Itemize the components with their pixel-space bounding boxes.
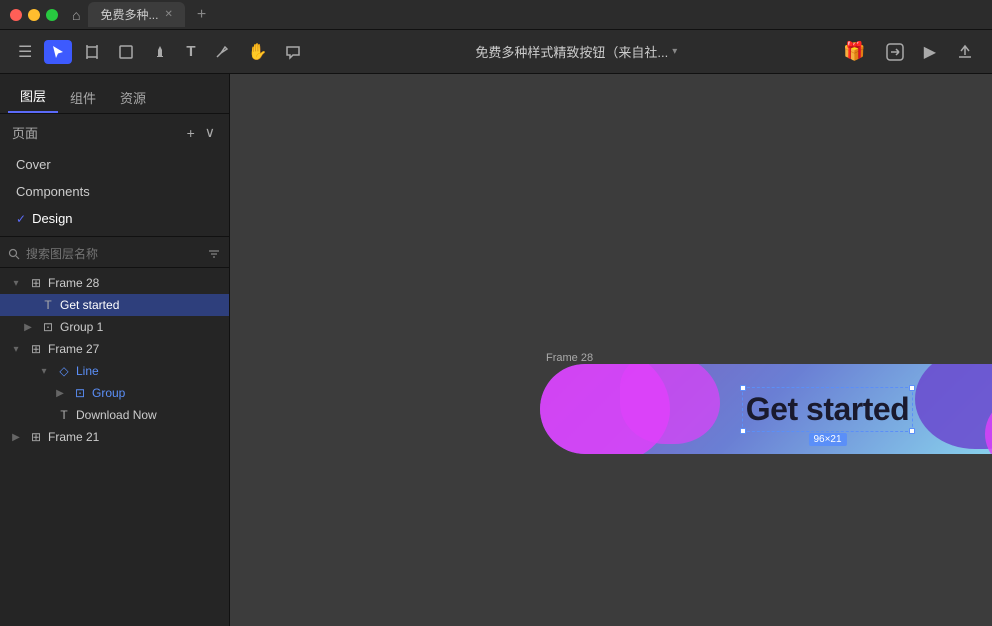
- layer-search-bar: [0, 241, 229, 268]
- tab-label: 免费多种...: [100, 6, 158, 23]
- play-button[interactable]: ▶: [918, 38, 942, 66]
- expand-icon[interactable]: ▾: [8, 344, 24, 355]
- layer-line-label: Line: [76, 364, 221, 378]
- button-text: Get started: [746, 391, 909, 427]
- expand-icon[interactable]: ▶: [8, 432, 24, 443]
- main-layout: 图层 组件 资源 页面 + ∨ Cover Components ✓ Desig…: [0, 74, 992, 626]
- layer-tree: ▾ ⊞ Frame 28 T Get started ▶ ⊡ Group 1 ▾…: [0, 268, 229, 626]
- toolbar: ☰ T: [0, 30, 992, 74]
- layer-frame28[interactable]: ▾ ⊞ Frame 28: [0, 272, 229, 294]
- pages-actions: + ∨: [185, 122, 217, 143]
- publish-button[interactable]: [950, 39, 980, 65]
- selection-handle-tl[interactable]: [740, 385, 746, 391]
- minimize-button[interactable]: [28, 9, 40, 21]
- tab-assets[interactable]: 资源: [108, 82, 158, 113]
- search-icon: [8, 248, 20, 260]
- hand-tool[interactable]: ✋: [242, 38, 274, 66]
- layer-group[interactable]: ▶ ⊡ Group: [0, 382, 229, 404]
- layer-line[interactable]: ▾ ◇ Line: [0, 360, 229, 382]
- comment-tool[interactable]: [279, 40, 307, 64]
- selection-handle-bl[interactable]: [740, 428, 746, 434]
- layer-get-started-label: Get started: [60, 298, 221, 312]
- text-layer-icon: T: [56, 408, 72, 422]
- component-icon: ◇: [56, 364, 72, 378]
- page-cover[interactable]: Cover: [0, 151, 229, 178]
- active-page-check-icon: ✓: [16, 212, 26, 226]
- layer-download-now[interactable]: T Download Now: [0, 404, 229, 426]
- titlebar: ⌂ 免费多种... ✕ +: [0, 0, 992, 30]
- layer-frame21-label: Frame 21: [48, 430, 221, 444]
- home-icon[interactable]: ⌂: [72, 7, 80, 23]
- text-tool[interactable]: T: [180, 39, 201, 64]
- toolbar-left: ☰ T: [12, 38, 307, 66]
- layer-group1[interactable]: ▶ ⊡ Group 1: [0, 316, 229, 338]
- layer-search-input[interactable]: [26, 247, 201, 261]
- page-components-label: Components: [16, 184, 90, 199]
- layer-group-label: Group: [92, 386, 221, 400]
- pages-menu-button[interactable]: ∨: [203, 122, 217, 143]
- group-icon: ⊡: [40, 320, 56, 334]
- sidebar-tabs: 图层 组件 资源: [0, 74, 229, 114]
- shape-tool[interactable]: [112, 40, 140, 64]
- page-components[interactable]: Components: [0, 178, 229, 205]
- pen-tool[interactable]: [208, 40, 236, 64]
- maximize-button[interactable]: [46, 9, 58, 21]
- layer-download-now-label: Download Now: [76, 408, 221, 422]
- toolbar-center: 免费多种样式精致按钮（来自社... ▾: [319, 42, 833, 61]
- sidebar-divider: [0, 236, 229, 237]
- button-frame28[interactable]: Get started 96×21: [540, 364, 992, 454]
- frame-icon: ⊞: [28, 342, 44, 356]
- frame-icon: ⊞: [28, 430, 44, 444]
- share-button[interactable]: [880, 39, 910, 65]
- avatar-button[interactable]: 🎁: [837, 37, 871, 66]
- tab-close-icon[interactable]: ✕: [164, 9, 172, 20]
- selection-handle-tr[interactable]: [909, 385, 915, 391]
- toolbar-right: 🎁 ▶: [837, 37, 980, 66]
- page-design[interactable]: ✓ Design: [0, 205, 229, 232]
- page-cover-label: Cover: [16, 157, 51, 172]
- pages-section: 页面 + ∨: [0, 114, 229, 151]
- layer-get-started[interactable]: T Get started: [0, 294, 229, 316]
- page-design-label: Design: [32, 211, 72, 226]
- expand-icon[interactable]: ▾: [36, 366, 52, 377]
- active-tab[interactable]: 免费多种... ✕: [88, 2, 184, 27]
- canvas-content: Frame 28: [230, 74, 992, 626]
- frame-label: Frame 28: [546, 352, 593, 364]
- tab-components[interactable]: 组件: [58, 82, 108, 113]
- close-button[interactable]: [10, 9, 22, 21]
- select-tool[interactable]: [44, 40, 72, 64]
- traffic-lights: [10, 9, 58, 21]
- tab-layers[interactable]: 图层: [8, 80, 58, 113]
- layer-group1-label: Group 1: [60, 320, 221, 334]
- sidebar: 图层 组件 资源 页面 + ∨ Cover Components ✓ Desig…: [0, 74, 230, 626]
- pages-label: 页面: [12, 123, 38, 142]
- expand-icon[interactable]: ▶: [52, 388, 68, 399]
- frame-tool[interactable]: [78, 40, 106, 64]
- canvas[interactable]: Frame 28: [230, 74, 992, 626]
- menu-button[interactable]: ☰: [12, 38, 38, 66]
- size-badge: 96×21: [808, 433, 846, 446]
- add-tab-button[interactable]: +: [197, 6, 206, 24]
- title-dropdown-icon[interactable]: ▾: [672, 46, 677, 57]
- file-title[interactable]: 免费多种样式精致按钮（来自社... ▾: [475, 42, 677, 61]
- selection-handle-br[interactable]: [909, 428, 915, 434]
- fill-tool[interactable]: [146, 40, 174, 64]
- expand-icon[interactable]: ▶: [20, 322, 36, 333]
- filter-icon[interactable]: [207, 247, 221, 261]
- layer-frame27[interactable]: ▾ ⊞ Frame 27: [0, 338, 229, 360]
- layer-frame27-label: Frame 27: [48, 342, 221, 356]
- text-layer-icon: T: [40, 298, 56, 312]
- layer-frame21[interactable]: ▶ ⊞ Frame 21: [0, 426, 229, 448]
- layer-frame28-label: Frame 28: [48, 276, 221, 290]
- group-icon: ⊡: [72, 386, 88, 400]
- expand-icon[interactable]: ▾: [8, 278, 24, 289]
- frame-icon: ⊞: [28, 276, 44, 290]
- add-page-button[interactable]: +: [185, 122, 197, 143]
